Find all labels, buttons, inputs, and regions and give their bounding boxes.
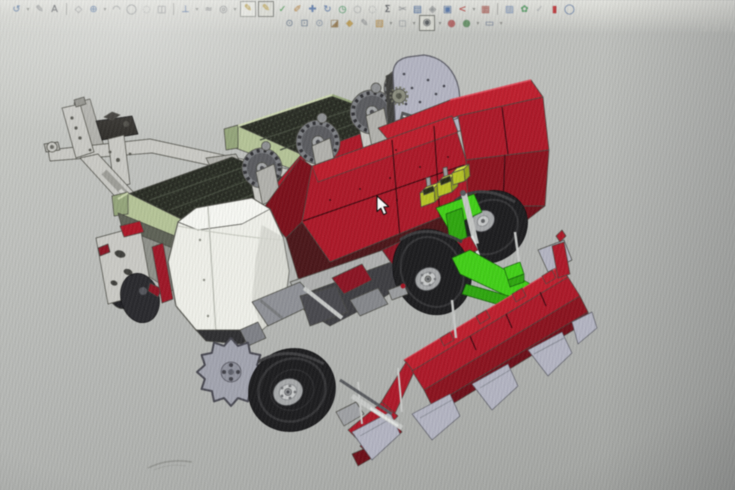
measure-arrow-icon[interactable]: < <box>456 3 469 16</box>
ghost-tool-icon[interactable]: ◌ <box>140 3 153 16</box>
cad-3d-viewport[interactable]: 53.6 <box>0 0 735 490</box>
ellipse-icon[interactable]: ◎ <box>217 3 230 16</box>
toolbar-separator <box>497 3 498 15</box>
plane-icon[interactable]: ◇ <box>72 3 85 16</box>
image-flag-icon[interactable]: ▨ <box>503 3 516 16</box>
dropdown-caret[interactable]: ▾ <box>194 6 200 13</box>
dropdown-caret[interactable]: ▾ <box>437 20 443 27</box>
edit-appearance-icon[interactable]: ▧ <box>373 17 386 30</box>
view-orientation-icon[interactable]: ◉ <box>419 15 435 31</box>
dropdown-caret[interactable]: ▾ <box>411 20 417 27</box>
appearance-ball-icon[interactable]: ● <box>445 17 458 30</box>
paste-icon[interactable]: ▤ <box>411 3 424 16</box>
ghost-check-icon[interactable]: ✓ <box>533 3 546 16</box>
leaf-icon[interactable]: ✿ <box>518 3 531 16</box>
section-view-icon[interactable]: ◪ <box>328 17 341 30</box>
marker-pin <box>401 284 406 289</box>
table-error-icon[interactable]: ▦ <box>479 3 492 16</box>
front-wheel[interactable] <box>235 334 349 446</box>
zoom-fit-icon[interactable]: ⊙ <box>283 17 296 30</box>
machine-model[interactable] <box>44 55 597 470</box>
dropdown-caret[interactable]: ▾ <box>498 20 504 27</box>
copy-icon[interactable]: ▣ <box>441 3 454 16</box>
monitor-photo: 53.6 ↺▾✎A◇⊕▾◠◯◌◫⊥▾≈◎▾✎✎✓✐✚↻◷○◌Σ✂▤◈▣<▾▦▨✿… <box>0 0 735 490</box>
hidden-tool-alt-icon[interactable]: ◌ <box>366 3 379 16</box>
annotation-view-icon[interactable]: ◆ <box>343 17 356 30</box>
dropdown-caret[interactable]: ▾ <box>471 6 477 13</box>
trim-scissors-icon[interactable]: ✂ <box>396 3 409 16</box>
toolbar-strip: ↺▾✎A◇⊕▾◠◯◌◫⊥▾≈◎▾✎✎✓✐✚↻◷○◌Σ✂▤◈▣<▾▦▨✿✓▮◯ ⊙… <box>0 0 735 34</box>
dropdown-caret[interactable]: ▾ <box>25 6 31 13</box>
cad-screen: 53.6 ↺▾✎A◇⊕▾◠◯◌◫⊥▾≈◎▾✎✎✓✐✚↻◷○◌Σ✂▤◈▣<▾▦▨✿… <box>0 0 735 490</box>
text-note-icon[interactable]: A <box>48 3 61 16</box>
dropdown-caret[interactable]: ▾ <box>102 6 108 13</box>
undo-icon[interactable]: ↺ <box>10 3 23 16</box>
rotate-component-icon[interactable]: ↻ <box>321 3 334 16</box>
display-style-icon[interactable]: ◻ <box>396 17 409 30</box>
sketch-pencil-icon[interactable]: ✎ <box>33 3 46 16</box>
dropdown-caret[interactable]: ▾ <box>232 6 238 13</box>
zoom-area-icon[interactable]: ⊡ <box>298 17 311 30</box>
arc-tool-icon[interactable]: ◠ <box>110 3 123 16</box>
ring-icon[interactable]: ◯ <box>563 3 576 16</box>
circle-tool-icon[interactable]: ◯ <box>125 3 138 16</box>
mirror-tool-icon[interactable]: ◫ <box>155 3 168 16</box>
toolbar-row-view: ⊙⊡⊙◪◆✎▧▾◻▾◉▾●●▾▭▾ <box>283 15 504 31</box>
display-settings-icon[interactable]: ▭ <box>483 17 496 30</box>
edit-sketch-icon[interactable]: ✎ <box>240 1 256 17</box>
mate-timer-icon[interactable]: ◷ <box>336 3 349 16</box>
equations-icon[interactable]: Σ <box>381 3 394 16</box>
hidden-tool-icon[interactable]: ○ <box>351 3 364 16</box>
toolbar-separator <box>66 3 67 15</box>
spline-icon[interactable]: ≈ <box>202 3 215 16</box>
toolbar-separator <box>173 3 174 15</box>
screen-smudge <box>148 461 192 470</box>
perpendicular-relation-icon[interactable]: ⊥ <box>179 3 192 16</box>
dropdown-caret[interactable]: ▾ <box>388 20 394 27</box>
zoom-previous-icon[interactable]: ⊙ <box>313 17 326 30</box>
hide-show-items-icon[interactable]: ✎ <box>358 17 371 30</box>
rebuild-check-icon[interactable]: ✓ <box>276 3 289 16</box>
scene-ball-icon[interactable]: ● <box>460 17 473 30</box>
dropdown-caret[interactable]: ▾ <box>475 20 481 27</box>
axis-icon[interactable]: ⊕ <box>87 3 100 16</box>
move-component-icon[interactable]: ✚ <box>306 3 319 16</box>
move-dolly-icon[interactable]: ◈ <box>426 3 439 16</box>
edit-feature-icon[interactable]: ✐ <box>291 3 304 16</box>
insert-sketch-icon[interactable]: ✎ <box>258 1 274 17</box>
stop-bar-icon[interactable]: ▮ <box>548 3 561 16</box>
